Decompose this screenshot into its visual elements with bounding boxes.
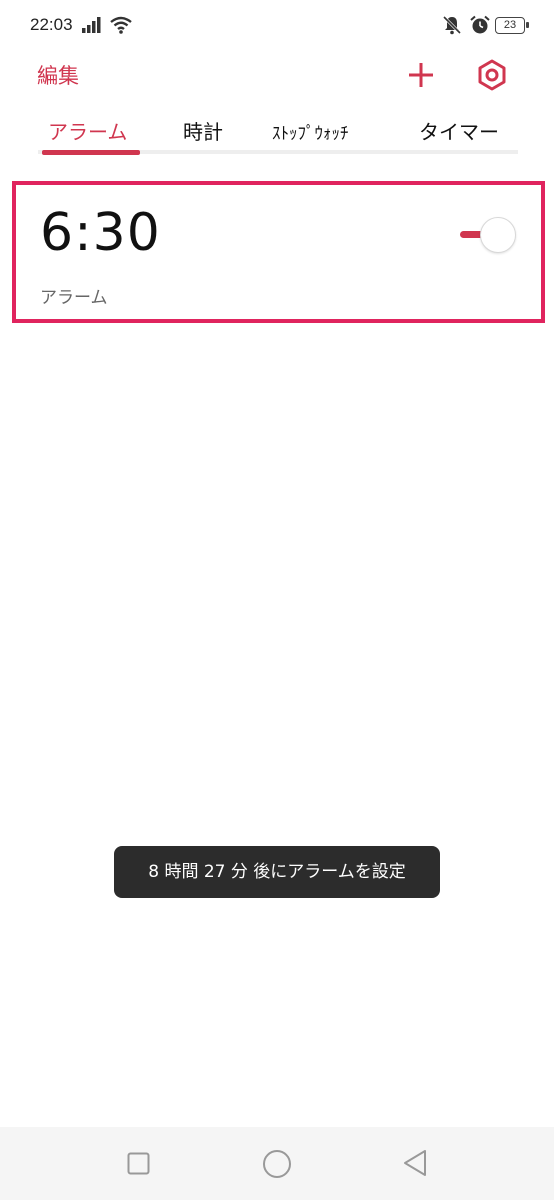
alarm-label: アラーム [40,288,108,308]
settings-icon [478,59,506,91]
alarm-item[interactable]: 6:30 アラーム [12,181,545,323]
vibrate-off-icon [442,15,462,35]
recent-apps-icon[interactable] [127,1152,150,1175]
tab-clock[interactable]: 時計 [183,116,223,145]
alarm-status-icon [470,15,490,34]
tab-bar: アラーム 時計 ｽﾄｯﾌﾟｳｫｯﾁ タイマー [0,108,554,158]
navigation-bar [0,1127,554,1200]
edit-button[interactable]: 編集 [37,60,79,90]
back-icon[interactable] [402,1149,428,1177]
wifi-icon [110,16,132,34]
plus-icon [409,63,433,87]
toggle-knob [480,217,516,253]
tab-active-indicator [42,150,140,155]
status-bar: 22:03 23 [0,0,554,52]
tab-timer[interactable]: タイマー [419,116,499,145]
tab-alarm[interactable]: アラーム [48,116,127,145]
add-alarm-button[interactable] [404,58,438,92]
signal-icon [82,17,101,33]
home-icon[interactable] [262,1149,292,1179]
status-time: 22:03 [30,15,73,34]
tab-stopwatch[interactable]: ｽﾄｯﾌﾟｳｫｯﾁ [272,119,349,144]
battery-indicator: 23 [495,17,529,34]
alarm-time: 6:30 [40,203,161,263]
alarm-toggle[interactable] [458,215,520,255]
settings-button[interactable] [475,58,509,92]
toast-message: 8 時間 27 分 後にアラームを設定 [114,846,440,898]
